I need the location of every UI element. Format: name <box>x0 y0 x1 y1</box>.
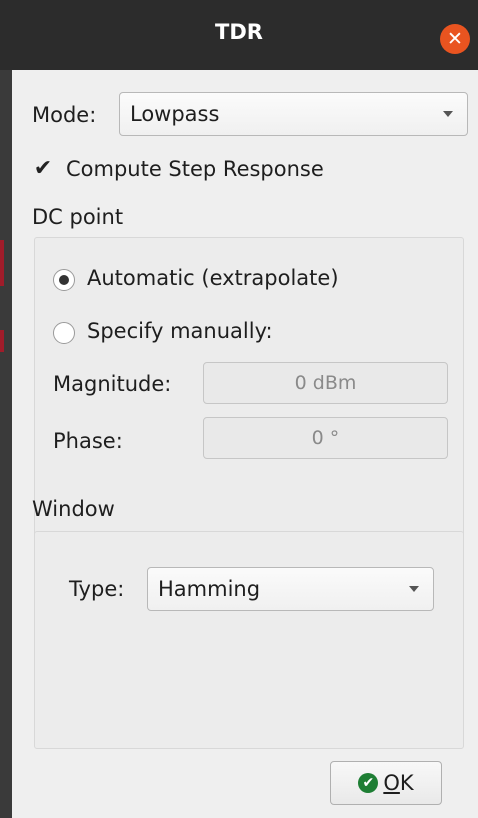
dialog-content: Mode: Lowpass ✔ Compute Step Response DC… <box>12 70 478 818</box>
mode-combobox[interactable]: Lowpass <box>119 92 468 136</box>
phase-label: Phase: <box>53 429 123 453</box>
window-heading: Window <box>32 497 115 521</box>
close-button[interactable]: ✕ <box>440 24 470 54</box>
step-response-label[interactable]: Compute Step Response <box>66 157 324 181</box>
window-title: TDR <box>215 20 263 44</box>
mode-value: Lowpass <box>130 102 220 126</box>
magnitude-label: Magnitude: <box>53 372 172 396</box>
window-type-value: Hamming <box>158 577 261 601</box>
chevron-down-icon <box>443 111 453 117</box>
dc-point-heading: DC point <box>32 205 124 229</box>
automatic-radio[interactable] <box>53 269 75 291</box>
step-response-checkbox[interactable]: ✔ <box>32 158 54 180</box>
window-type-label: Type: <box>69 577 125 601</box>
window-type-combobox[interactable]: Hamming <box>147 567 434 611</box>
manual-radio[interactable] <box>53 322 75 344</box>
automatic-label[interactable]: Automatic (extrapolate) <box>87 266 339 290</box>
mode-label: Mode: <box>32 103 97 127</box>
manual-label[interactable]: Specify manually: <box>87 319 273 343</box>
window-group: Type: Hamming <box>34 531 464 749</box>
phase-field[interactable]: 0 ° <box>203 417 448 459</box>
ok-label: OK <box>383 771 414 795</box>
background-mark <box>0 330 4 352</box>
background-strip <box>0 70 12 818</box>
background-mark <box>0 240 4 286</box>
title-bar: TDR ✕ <box>0 0 478 70</box>
ok-button[interactable]: ✔ OK <box>330 761 442 805</box>
chevron-down-icon <box>409 586 419 592</box>
checkmark-icon: ✔ <box>358 773 379 793</box>
close-icon: ✕ <box>447 27 463 50</box>
magnitude-field[interactable]: 0 dBm <box>203 362 448 404</box>
